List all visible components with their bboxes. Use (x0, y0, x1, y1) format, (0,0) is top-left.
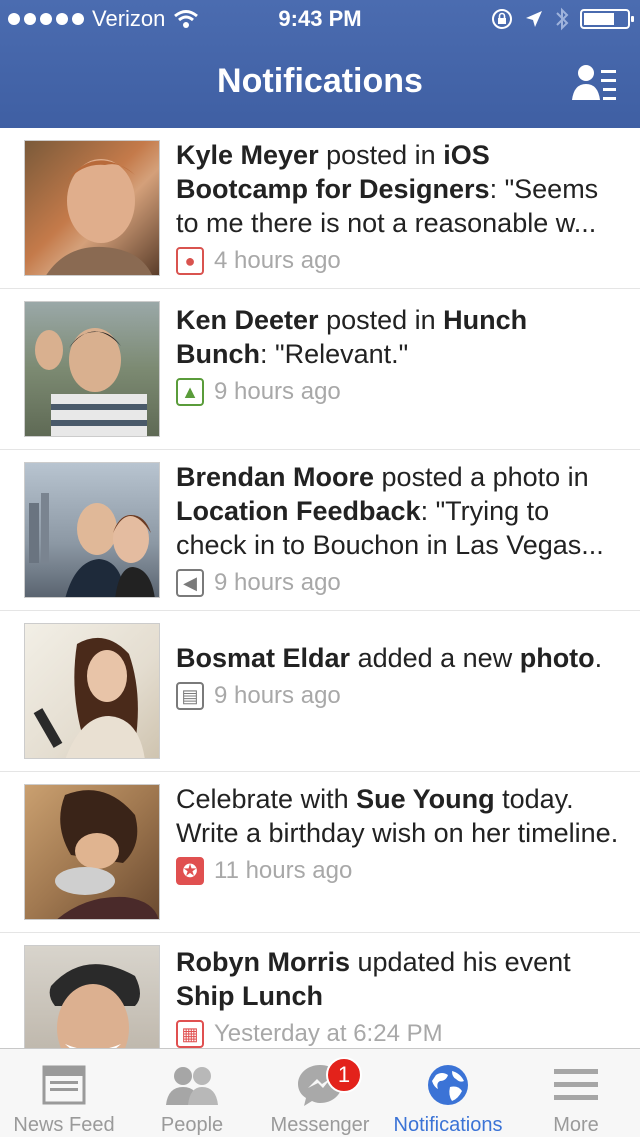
notification-row[interactable]: Ken Deeter posted in Hunch Bunch: "Relev… (0, 289, 640, 450)
actor-name[interactable]: Robyn Morris (176, 947, 350, 977)
tab-notifications[interactable]: Notifications (384, 1049, 512, 1137)
actor-name[interactable]: Brendan Moore (176, 462, 374, 492)
notification-text: Kyle Meyer posted in iOS Bootcamp for De… (176, 140, 599, 238)
tab-label: News Feed (13, 1114, 115, 1136)
target-name[interactable]: Location Feedback (176, 496, 421, 526)
unread-badge: 1 (326, 1057, 362, 1093)
newsfeed-icon (42, 1065, 86, 1104)
notification-list[interactable]: Kyle Meyer posted in iOS Bootcamp for De… (0, 128, 640, 1048)
globe-icon (428, 1064, 468, 1105)
megaphone-icon: ◀ (176, 569, 204, 597)
timestamp: 9 hours ago (214, 569, 341, 596)
friend-requests-button[interactable] (572, 62, 620, 106)
notification-row[interactable]: Kyle Meyer posted in iOS Bootcamp for De… (0, 128, 640, 289)
actor-name[interactable]: Sue Young (356, 784, 495, 814)
timestamp: 9 hours ago (214, 378, 341, 405)
notification-row[interactable]: Celebrate with Sue Young today. Write a … (0, 772, 640, 933)
tab-bar: News Feed People 1 Messenger Notificatio… (0, 1048, 640, 1137)
people-icon (166, 1066, 218, 1105)
tab-news-feed[interactable]: News Feed (0, 1049, 128, 1137)
shoe-icon: ▲ (176, 378, 204, 406)
notification-row[interactable]: Robyn Morris updated his event Ship Lunc… (0, 933, 640, 1048)
actor-name[interactable]: Ken Deeter (176, 305, 319, 335)
apple-icon: ● (176, 247, 204, 275)
avatar (24, 140, 160, 276)
status-bar: Verizon 9:43 PM (0, 0, 640, 40)
rotation-lock-icon (492, 9, 512, 29)
timestamp: 9 hours ago (214, 682, 341, 709)
avatar (24, 301, 160, 437)
avatar (24, 784, 160, 920)
avatar (24, 945, 160, 1048)
location-arrow-icon (526, 11, 542, 27)
notification-text: Bosmat Eldar added a new photo. (176, 643, 603, 673)
timestamp: Yesterday at 6:24 PM (214, 1020, 443, 1047)
notification-text: Celebrate with Sue Young today. Write a … (176, 784, 619, 848)
tab-label: People (160, 1114, 224, 1136)
page-title: Notifications (217, 62, 423, 100)
tab-label: Notifications (393, 1114, 503, 1136)
notification-text: Brendan Moore posted a photo in Location… (176, 462, 604, 560)
nav-header: Verizon 9:43 PM Notifications (0, 0, 640, 128)
timestamp: 11 hours ago (214, 857, 353, 884)
gift-icon: ✪ (176, 857, 204, 885)
actor-name[interactable]: Bosmat Eldar (176, 643, 350, 673)
battery-icon (580, 9, 634, 29)
notification-row[interactable]: Brendan Moore posted a photo in Location… (0, 450, 640, 611)
menu-icon (554, 1068, 598, 1100)
timestamp: 4 hours ago (214, 247, 341, 274)
tab-more[interactable]: More (512, 1049, 640, 1137)
target-name[interactable]: Ship Lunch (176, 981, 323, 1011)
newsfeed-icon: ▤ (176, 682, 204, 710)
bluetooth-icon (556, 7, 569, 31)
target-name[interactable]: photo (520, 643, 595, 673)
actor-name[interactable]: Kyle Meyer (176, 140, 319, 170)
tab-people[interactable]: People (128, 1049, 256, 1137)
notification-text: Ken Deeter posted in Hunch Bunch: "Relev… (176, 305, 528, 369)
calendar-icon: ▦ (176, 1020, 204, 1048)
notification-text: Robyn Morris updated his event Ship Lunc… (176, 947, 571, 1011)
avatar (24, 623, 160, 759)
tab-label: Messenger (270, 1114, 370, 1136)
tab-messenger[interactable]: 1 Messenger (256, 1049, 384, 1137)
notification-row[interactable]: Bosmat Eldar added a new photo. ▤ 9 hour… (0, 611, 640, 772)
tab-label: More (553, 1114, 599, 1136)
avatar (24, 462, 160, 598)
friend-list-icon (572, 65, 616, 100)
